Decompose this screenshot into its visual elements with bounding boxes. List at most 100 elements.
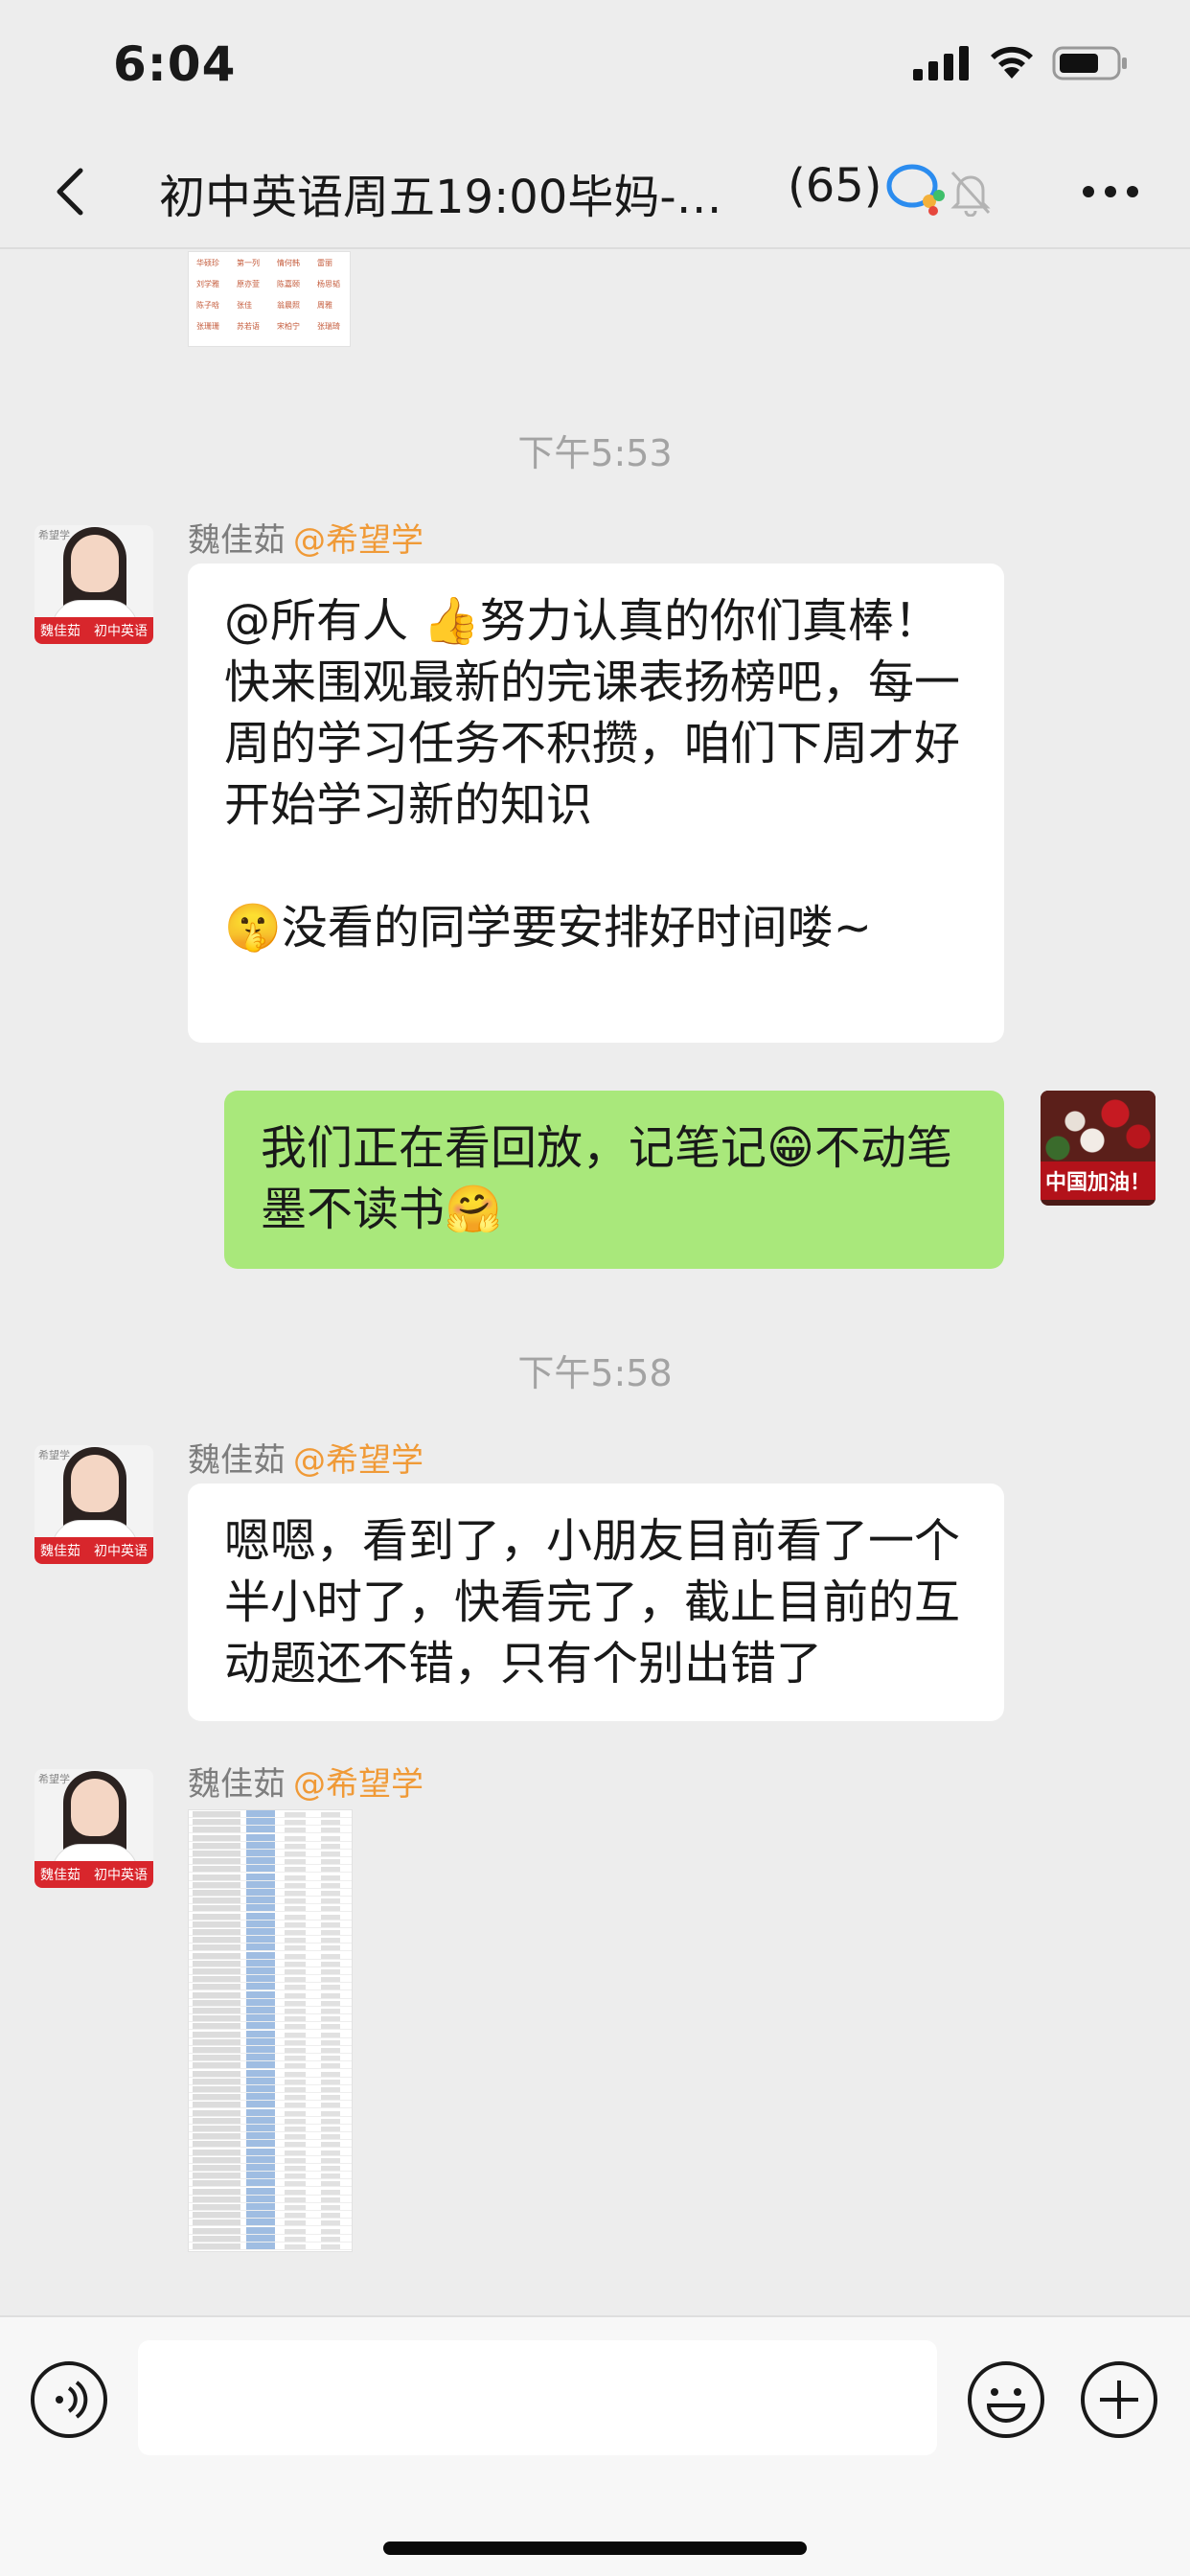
thumbnail-table-row	[189, 1818, 352, 1827]
time-divider: 下午5:53	[517, 432, 673, 474]
thumbnail-table-row	[189, 1944, 352, 1952]
thumbnail-table-row	[189, 2195, 352, 2203]
thumbnail-table-row	[189, 1967, 352, 1975]
chat-header: 初中英语周五19:00毕妈-… (65)	[0, 134, 1190, 249]
thumbnail-table-row	[189, 2155, 352, 2164]
thumbnail-table-row	[189, 2211, 352, 2220]
thumbnail-table-row	[189, 2116, 352, 2125]
thumbnail-cell: 华硕珍	[196, 259, 219, 267]
thumbnail-cell: 张瑞琦	[317, 322, 340, 331]
thumbnail-table-row	[189, 2203, 352, 2211]
thumbnail-table-row	[189, 2022, 352, 2031]
thumbnail-table-row	[189, 1912, 352, 1920]
thumbnail-cell: 杨思韬	[317, 280, 340, 288]
thumbnail-cell: 陈嘉颐	[277, 280, 300, 288]
avatar[interactable]: 希望学 魏佳茹 初中英语	[34, 525, 153, 644]
thumbnail-cell: 陈子晗	[196, 301, 219, 310]
sender-label: 魏佳茹 @希望学	[188, 1765, 423, 1804]
thumbnail-table-row	[189, 2069, 352, 2078]
thumbnail-table-row	[189, 1873, 352, 1881]
thumbnail-table-row	[189, 2125, 352, 2132]
input-bar	[0, 2315, 1190, 2576]
thumbnail-table-row	[189, 2148, 352, 2156]
thumbnail-table-row	[189, 1826, 352, 1834]
member-count: (65)	[788, 159, 882, 213]
avatar-name: 魏佳茹	[40, 624, 80, 639]
thumbnail-cell: 宋柏宁	[277, 322, 300, 331]
thumbnail-table-row	[189, 2037, 352, 2046]
avatar[interactable]: 希望学 魏佳茹 初中英语	[34, 1445, 153, 1564]
avatar-course: 初中英语	[94, 624, 148, 639]
thumbnail-table-row	[189, 2046, 352, 2054]
thumbnail-table-row	[189, 2030, 352, 2038]
emoji-icon[interactable]	[966, 2359, 1046, 2440]
thumbnail-table-row	[189, 1865, 352, 1874]
thumbnail-cell: 第一列	[237, 259, 260, 267]
thumbnail-table-row	[189, 1810, 352, 1818]
message-input[interactable]	[138, 2340, 937, 2455]
thumbnail-table-row	[189, 2093, 352, 2102]
thumbnail-table-row	[189, 2234, 352, 2242]
thumbnail-table-row	[189, 1857, 352, 1866]
thumbnail-cell: 雷丽	[317, 259, 332, 267]
thumbnail-table-row	[189, 1850, 352, 1857]
cellular-signal-icon	[913, 46, 969, 80]
battery-icon	[1052, 46, 1127, 80]
thumbnail-table-row	[189, 2179, 352, 2188]
thumbnail-table-row	[189, 1880, 352, 1889]
my-message-bubble[interactable]: 我们正在看回放，记笔记😁不动笔墨不读书🤗	[224, 1091, 1004, 1269]
thumbnail-table-row	[189, 1983, 352, 1991]
message-bubble[interactable]: @所有人 👍努力认真的你们真棒！ 快来围观最新的完课表扬榜吧，每一周的学习任务不…	[188, 564, 1004, 1043]
thumbnail-cell: 张佳	[237, 301, 252, 310]
thumbnail-table-row	[189, 2219, 352, 2227]
wifi-icon	[991, 46, 1033, 79]
thumbnail-table-row	[189, 1990, 352, 1999]
mute-bell-icon	[950, 171, 991, 217]
thumbnail-table-row	[189, 2172, 352, 2180]
image-thumbnail-table[interactable]	[188, 1809, 353, 2252]
status-bar: 6:04	[0, 0, 1190, 129]
wecom-icon	[886, 164, 945, 216]
message-bubble[interactable]: 嗯嗯，看到了，小朋友目前看了一个半小时了，快看完了，截止目前的互动题还不错，只有…	[188, 1484, 1004, 1721]
thumbnail-table-row	[189, 2085, 352, 2093]
thumbnail-table-row	[189, 1998, 352, 2007]
my-avatar[interactable]: 中国加油！	[1041, 1091, 1156, 1206]
avatar-brand: 希望学	[38, 529, 70, 541]
avatar[interactable]: 希望学 魏佳茹 初中英语	[34, 1769, 153, 1888]
back-icon[interactable]	[42, 163, 100, 220]
chat-title[interactable]: 初中英语周五19:00毕妈-…	[159, 159, 722, 226]
thumbnail-table-row	[189, 2164, 352, 2172]
status-time: 6:04	[113, 36, 237, 92]
thumbnail-table-row	[189, 2187, 352, 2196]
thumbnail-table-row	[189, 1841, 352, 1850]
thumbnail-table-row	[189, 2101, 352, 2109]
thumbnail-table-row	[189, 1959, 352, 1967]
thumbnail-table-row	[189, 2226, 352, 2235]
thumbnail-cell: 周雅	[317, 301, 332, 310]
thumbnail-table-row	[189, 2061, 352, 2070]
thumbnail-table-row	[189, 2132, 352, 2141]
thumbnail-table-row	[189, 1920, 352, 1928]
thumbnail-table-row	[189, 1904, 352, 1913]
thumbnail-cell: 情何韩	[277, 259, 300, 267]
thumbnail-table-row	[189, 2014, 352, 2023]
more-icon[interactable]	[1077, 172, 1144, 211]
voice-icon[interactable]	[29, 2359, 109, 2440]
my-avatar-label: 中国加油！	[1041, 1162, 1156, 1200]
thumbnail-table-row	[189, 1833, 352, 1842]
thumbnail-table-row	[189, 1936, 352, 1944]
home-indicator	[383, 2542, 807, 2555]
thumbnail-table-row	[189, 1951, 352, 1960]
thumbnail-table-row	[189, 1928, 352, 1936]
thumbnail-table-row	[189, 2077, 352, 2085]
thumbnail-table-row	[189, 2007, 352, 2014]
thumbnail-table-row	[189, 2242, 352, 2250]
thumbnail-table-row	[189, 1897, 352, 1905]
image-thumbnail[interactable]: 华硕珍 第一列 情何韩 雷丽 刘学雅 原亦萱 陈嘉颐 杨思韬 陈子晗 张佳 翁晨照 周雅 张珊珊 苏若语 宋…	[188, 251, 351, 347]
sender-label: 魏佳茹 @希望学	[188, 1441, 423, 1480]
plus-icon[interactable]	[1079, 2359, 1159, 2440]
thumbnail-cell: 原亦萱	[237, 280, 260, 288]
thumbnail-table-row	[189, 1975, 352, 1984]
time-divider: 下午5:58	[517, 1352, 673, 1394]
thumbnail-cell: 张珊珊	[196, 322, 219, 331]
